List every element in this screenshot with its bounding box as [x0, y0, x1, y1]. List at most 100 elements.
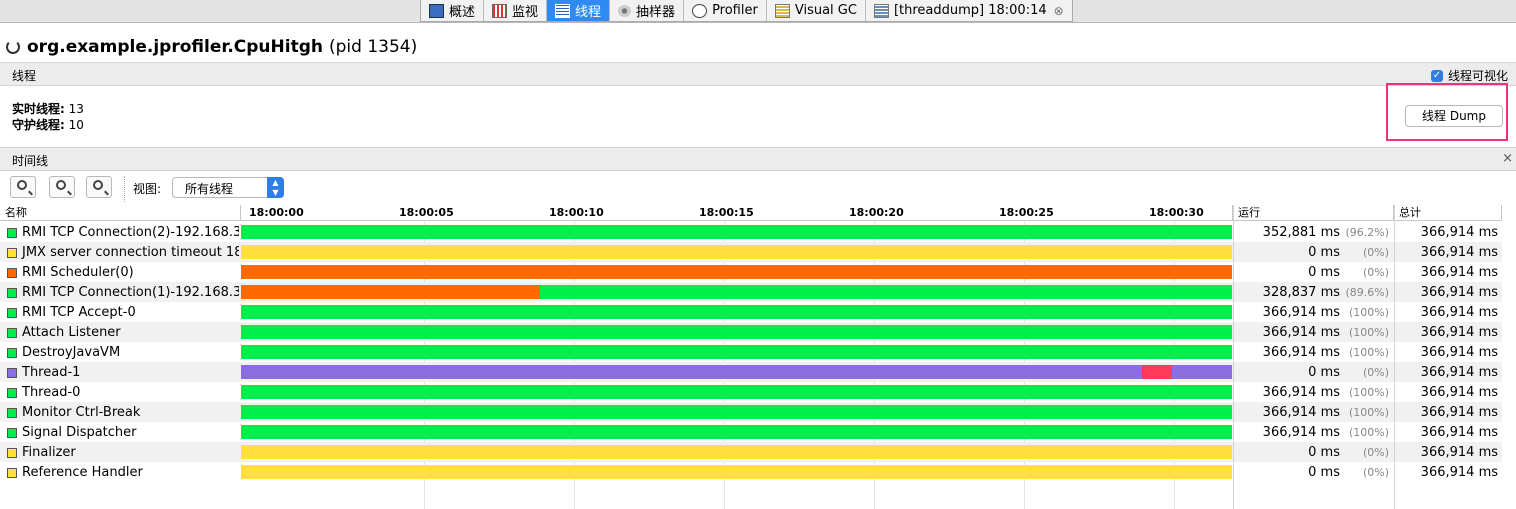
- thread-state-segment-wait: [241, 445, 1232, 459]
- table-row[interactable]: Signal Dispatcher 366,914 ms (100%) 366,914…: [0, 422, 1502, 442]
- thread-state-swatch-icon: [7, 247, 17, 258]
- column-header-running[interactable]: 运行: [1233, 205, 1394, 220]
- total-time: 366,914 ms: [1420, 345, 1498, 360]
- thread-state-swatch-icon: [7, 387, 17, 398]
- visualize-threads-label: 线程可视化: [1447, 69, 1508, 83]
- close-icon[interactable]: ×: [1502, 151, 1513, 166]
- tab-5[interactable]: Visual GC: [767, 0, 866, 21]
- table-row[interactable]: Finalizer 0 ms (0%) 366,914 ms: [0, 442, 1502, 462]
- total-time: 366,914 ms: [1420, 265, 1498, 280]
- thread-state-segment-running: [241, 385, 1232, 399]
- running-percent: (96.2%): [1345, 226, 1389, 239]
- threads-icon: [555, 3, 571, 18]
- thread-name: Signal Dispatcher: [22, 425, 137, 440]
- thread-timeline-bar: [241, 385, 1232, 399]
- table-header: 名称 18:00:00 18:00:05 18:00:10 18:00:15 18:00…: [0, 205, 1502, 221]
- zoom-in-button[interactable]: [10, 176, 36, 198]
- threaddump-icon: [873, 3, 889, 18]
- thread-state-segment-wait: [241, 245, 1232, 259]
- thread-timeline-bar: [241, 245, 1232, 259]
- zoom-out-icon: [56, 180, 66, 190]
- column-header-timeline[interactable]: 18:00:00 18:00:05 18:00:10 18:00:15 18:00:20…: [241, 205, 1233, 220]
- table-row[interactable]: RMI Scheduler(0) 0 ms (0%) 366,914 ms: [0, 262, 1502, 282]
- total-time: 366,914 ms: [1420, 285, 1498, 300]
- thread-name-cell: RMI TCP Connection(2)-192.168.31: [7, 225, 239, 240]
- table-row[interactable]: Monitor Ctrl-Break 366,914 ms (100%) 366,91…: [0, 402, 1502, 422]
- visual-gc-icon: [774, 3, 790, 18]
- thread-state-segment-running: [241, 345, 1232, 359]
- thread-name: RMI TCP Connection(1)-192.168.31: [22, 285, 239, 300]
- thread-name: RMI TCP Connection(2)-192.168.31: [22, 225, 239, 240]
- running-percent: (89.6%): [1345, 286, 1389, 299]
- zoom-out-button[interactable]: [49, 176, 75, 198]
- thread-name-cell: RMI TCP Connection(1)-192.168.31: [7, 285, 239, 300]
- running-time: 366,914 ms: [1262, 305, 1340, 320]
- thread-name-cell: JMX server connection timeout 18: [7, 245, 239, 260]
- tab-2[interactable]: 线程: [547, 0, 611, 21]
- table-row[interactable]: RMI TCP Accept-0 366,914 ms (100%) 366,914 …: [0, 302, 1502, 322]
- running-time: 0 ms: [1308, 265, 1340, 280]
- tab-4[interactable]: Profiler: [684, 0, 767, 21]
- running-percent: (0%): [1362, 266, 1389, 279]
- thread-timeline-bar: [241, 305, 1232, 319]
- column-header-total[interactable]: 总计: [1394, 205, 1502, 220]
- timeline-tick-label: 18:00:15: [699, 206, 754, 219]
- total-time: 366,914 ms: [1420, 365, 1498, 380]
- running-percent: (100%): [1348, 406, 1389, 419]
- thread-state-swatch-icon: [7, 407, 17, 418]
- thread-name-cell: DestroyJavaVM: [7, 345, 239, 360]
- tab-1[interactable]: 监视: [484, 0, 548, 21]
- zoom-fit-button[interactable]: [86, 176, 112, 198]
- table-row[interactable]: RMI TCP Connection(1)-192.168.31 328,837 …: [0, 282, 1502, 302]
- thread-timeline-bar: [241, 225, 1232, 239]
- running-time: 366,914 ms: [1262, 385, 1340, 400]
- thread-timeline-bar: [241, 345, 1232, 359]
- running-time: 366,914 ms: [1262, 325, 1340, 340]
- thread-name: DestroyJavaVM: [22, 345, 121, 360]
- running-time: 0 ms: [1308, 245, 1340, 260]
- timeline-tick-label: 18:00:20: [849, 206, 904, 219]
- timeline-tick-label: 18:00:10: [549, 206, 604, 219]
- threads-section-header: 线程 ✓ 线程可视化: [0, 62, 1516, 86]
- visualize-threads-checkbox[interactable]: ✓ 线程可视化: [1430, 67, 1508, 84]
- table-row[interactable]: Reference Handler 0 ms (0%) 366,914 ms: [0, 462, 1502, 482]
- tab-0[interactable]: 概述: [421, 0, 485, 21]
- thread-name-cell: RMI TCP Accept-0: [7, 305, 239, 320]
- thread-name-cell: Monitor Ctrl-Break: [7, 405, 239, 420]
- table-row[interactable]: RMI TCP Connection(2)-192.168.31 352,881 …: [0, 222, 1502, 242]
- tab-3[interactable]: 抽样器: [610, 0, 685, 21]
- table-row[interactable]: Thread-0 366,914 ms (100%) 366,914 ms: [0, 382, 1502, 402]
- running-percent: (0%): [1362, 446, 1389, 459]
- running-time: 366,914 ms: [1262, 405, 1340, 420]
- timeline-section-label: 时间线: [12, 154, 49, 168]
- tab-label: 概述: [449, 5, 476, 20]
- monitor-icon: [492, 3, 508, 18]
- running-percent: (100%): [1348, 346, 1389, 359]
- tab-label: [threaddump] 18:00:14: [893, 3, 1047, 18]
- tab-label: 监视: [512, 5, 539, 20]
- tab-close-icon[interactable]: ⊗: [1054, 4, 1064, 18]
- total-time: 366,914 ms: [1420, 325, 1498, 340]
- thread-state-swatch-icon: [7, 287, 17, 298]
- thread-timeline-bar: [241, 445, 1232, 459]
- running-percent: (100%): [1348, 326, 1389, 339]
- thread-name: Attach Listener: [22, 325, 121, 340]
- thread-state-swatch-icon: [7, 467, 17, 478]
- table-row[interactable]: JMX server connection timeout 18 0 ms (0%)…: [0, 242, 1502, 262]
- tab-label: 抽样器: [636, 5, 676, 20]
- tab-label: Profiler: [712, 3, 758, 18]
- tab-6[interactable]: [threaddump] 18:00:14 ⊗: [866, 0, 1072, 21]
- thread-name: Monitor Ctrl-Break: [22, 405, 141, 420]
- thread-dump-button[interactable]: 线程 Dump: [1405, 105, 1503, 127]
- table-row[interactable]: DestroyJavaVM 366,914 ms (100%) 366,914 ms: [0, 342, 1502, 362]
- thread-name-cell: Thread-0: [7, 385, 239, 400]
- column-header-name[interactable]: 名称: [0, 205, 241, 220]
- thread-name: RMI TCP Accept-0: [22, 305, 136, 320]
- thread-name-cell: Attach Listener: [7, 325, 239, 340]
- view-select[interactable]: 所有线程 ▲ ▼: [172, 177, 284, 198]
- table-row[interactable]: Attach Listener 366,914 ms (100%) 366,914 m…: [0, 322, 1502, 342]
- zoom-in-icon: [17, 180, 27, 190]
- table-row[interactable]: Thread-1 0 ms (0%) 366,914 ms: [0, 362, 1502, 382]
- total-time: 366,914 ms: [1420, 405, 1498, 420]
- thread-name-cell: RMI Scheduler(0): [7, 265, 239, 280]
